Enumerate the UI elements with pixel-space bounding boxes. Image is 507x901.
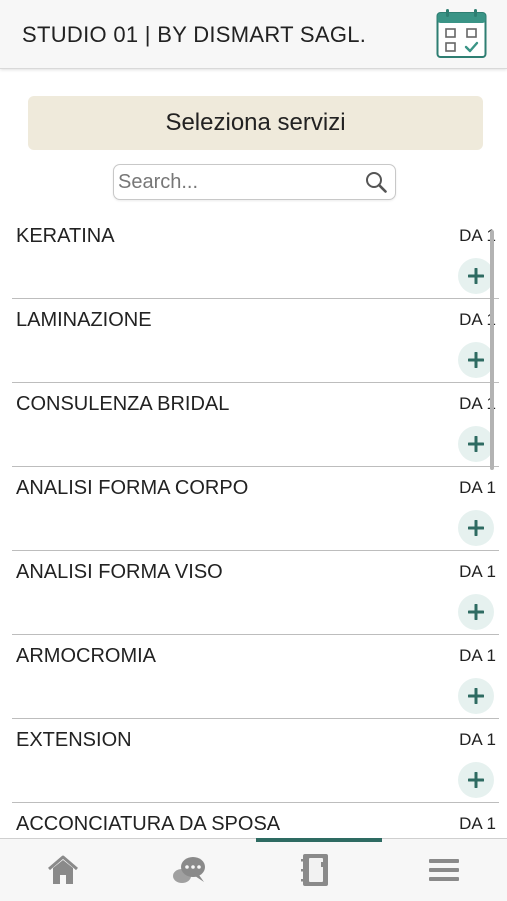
plus-icon (468, 688, 484, 704)
service-name: EXTENSION (16, 729, 132, 751)
calendar-check-icon[interactable] (436, 8, 487, 59)
plus-icon (468, 520, 484, 536)
search-icon[interactable] (365, 171, 387, 193)
tab-notebook[interactable] (252, 839, 378, 901)
service-price: DA 1 (459, 562, 496, 581)
list-item[interactable]: EXTENSION DA 1 (12, 718, 499, 803)
plus-icon (468, 268, 484, 284)
tab-menu[interactable] (381, 839, 507, 901)
section-title: Seleziona servizi (28, 96, 483, 150)
active-tab-indicator (256, 838, 382, 842)
notebook-icon (301, 854, 328, 886)
list-item[interactable]: CONSULENZA BRIDAL DA 1 (12, 382, 499, 467)
list-item[interactable]: ARMOCROMIA DA 1 (12, 634, 499, 719)
list-item[interactable]: ANALISI FORMA CORPO DA 1 (12, 466, 499, 551)
add-service-button[interactable] (458, 342, 494, 378)
add-service-button[interactable] (458, 678, 494, 714)
tab-chat[interactable] (126, 839, 252, 901)
service-name: ANALISI FORMA VISO (16, 561, 223, 583)
add-service-button[interactable] (458, 762, 494, 798)
plus-icon (468, 352, 484, 368)
service-price: DA 1 (459, 814, 496, 833)
list-item[interactable]: LAMINAZIONE DA 1 (12, 298, 499, 383)
tab-home[interactable] (0, 839, 126, 901)
service-price: DA 1 (459, 646, 496, 665)
plus-icon (468, 436, 484, 452)
service-list[interactable]: KERATINA DA 1 LAMINAZIONE DA 1 CONSULENZ… (0, 214, 507, 838)
list-item[interactable]: KERATINA DA 1 (12, 214, 499, 299)
service-name: LAMINAZIONE (16, 309, 152, 331)
service-name: ARMOCROMIA (16, 645, 156, 667)
plus-icon (468, 772, 484, 788)
header-title: STUDIO 01 | BY DISMART SAGL. (22, 22, 367, 47)
add-service-button[interactable] (458, 258, 494, 294)
list-scrollbar[interactable] (490, 230, 494, 470)
home-icon (48, 855, 78, 884)
search-box[interactable] (113, 164, 396, 200)
service-name: ACCONCIATURA DA SPOSA (16, 813, 281, 835)
chat-icon (173, 857, 205, 883)
add-service-button[interactable] (458, 594, 494, 630)
plus-icon (468, 604, 484, 620)
add-service-button[interactable] (458, 510, 494, 546)
add-service-button[interactable] (458, 426, 494, 462)
service-name: KERATINA (16, 225, 115, 247)
service-price: DA 1 (459, 730, 496, 749)
list-item[interactable]: ACCONCIATURA DA SPOSA DA 1 (12, 802, 499, 838)
app-header: STUDIO 01 | BY DISMART SAGL. (0, 0, 507, 69)
list-item[interactable]: ANALISI FORMA VISO DA 1 (12, 550, 499, 635)
service-name: CONSULENZA BRIDAL (16, 393, 230, 415)
service-price: DA 1 (459, 478, 496, 497)
search-input[interactable] (118, 165, 358, 199)
menu-icon (429, 859, 459, 881)
bottom-tab-bar (0, 838, 507, 901)
service-name: ANALISI FORMA CORPO (16, 477, 249, 499)
